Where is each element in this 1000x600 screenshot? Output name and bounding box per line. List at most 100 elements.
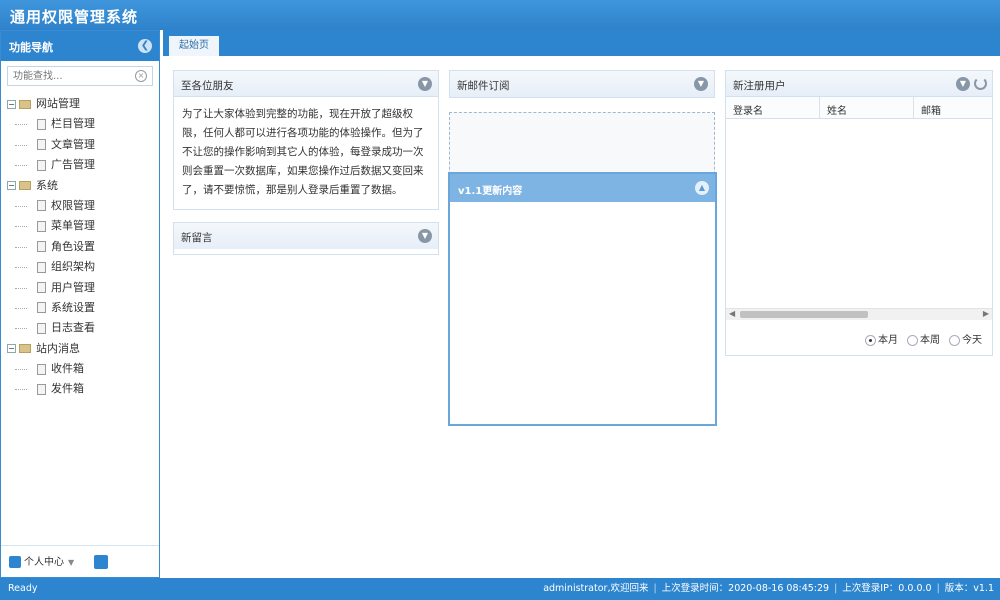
tree-item-label: 发件箱 <box>51 382 84 396</box>
tree-item-label: 栏目管理 <box>51 117 95 131</box>
welcome-panel-header: 至各位朋友 ▼ <box>174 71 438 97</box>
new-message-panel-header: 新留言 ▼ <box>174 223 438 249</box>
scrollbar-thumb[interactable] <box>740 311 868 318</box>
collapse-icon[interactable]: − <box>7 99 16 109</box>
tree-connector <box>15 124 27 126</box>
update-panel[interactable]: v1.1更新内容 ▲ <box>448 172 717 426</box>
file-icon <box>37 220 46 232</box>
tree-group[interactable]: − 站内消息 <box>7 339 155 359</box>
sidebar: 功能导航 ❮ × − 网站管理栏目管理文章管理广告管理 − 系统权限管理菜单管理角色设… <box>0 30 160 578</box>
welcome-panel-title: 至各位朋友 <box>181 80 234 92</box>
tree-item[interactable]: 收件箱 <box>7 359 155 379</box>
tree-group-label: 站内消息 <box>36 341 80 355</box>
users-grid-header: 登录名 姓名 邮箱 <box>726 97 992 119</box>
file-icon <box>37 302 46 314</box>
users-grid-body <box>726 120 992 308</box>
collapse-icon[interactable]: − <box>7 344 16 354</box>
main-area: 起始页 至各位朋友 ▼ 为了让大家体验到完整的功能，现在开放了超级权限，任何人都… <box>163 30 1000 578</box>
file-icon <box>37 241 46 253</box>
scroll-right-icon[interactable]: ▶ <box>983 309 989 318</box>
personal-center-button[interactable]: 个人中心 ▼ <box>9 554 80 572</box>
chevron-down-icon: ▼ <box>68 558 75 567</box>
tree-item[interactable]: 文章管理 <box>7 135 155 155</box>
filter-radio[interactable]: 今天 <box>949 334 982 346</box>
new-message-panel-title: 新留言 <box>181 232 213 244</box>
update-panel-header[interactable]: v1.1更新内容 ▲ <box>450 174 715 202</box>
radio-icon[interactable] <box>907 334 918 346</box>
column-header[interactable]: 登录名 <box>726 97 820 118</box>
tree-item[interactable]: 广告管理 <box>7 155 155 175</box>
tree-group[interactable]: − 系统 <box>7 176 155 196</box>
function-search-input[interactable] <box>8 67 128 85</box>
sidebar-footer: 个人中心 ▼ <box>1 545 159 577</box>
folder-icon <box>19 344 31 354</box>
welcome-panel: 至各位朋友 ▼ 为了让大家体验到完整的功能，现在开放了超级权限，任何人都可以进行… <box>173 70 439 210</box>
tree-item[interactable]: 栏目管理 <box>7 114 155 134</box>
tree-item-label: 文章管理 <box>51 137 95 151</box>
tree-item[interactable]: 组织架构 <box>7 257 155 277</box>
filter-radio[interactable]: 本周 <box>907 334 940 346</box>
collapse-panel-icon[interactable]: ▼ <box>956 77 970 91</box>
folder-icon <box>19 181 31 191</box>
tree-item[interactable]: 用户管理 <box>7 278 155 298</box>
last-login-time: 上次登录时间：2020-08-16 08:45:29 <box>661 583 830 594</box>
tree-connector <box>15 267 27 269</box>
nav-tree: − 网站管理栏目管理文章管理广告管理 − 系统权限管理 菜单管理角色设置组织架构用户管理… <box>7 94 155 400</box>
top-bar: 通用权限管理系统 <box>0 0 1000 30</box>
scroll-left-icon[interactable]: ◀ <box>729 309 735 318</box>
new-message-panel: 新留言 ▼ <box>173 222 439 255</box>
tree-item[interactable]: 日志查看 <box>7 318 155 338</box>
tree-connector <box>15 226 27 228</box>
collapse-panel-icon[interactable]: ▼ <box>418 77 432 91</box>
tree-group[interactable]: − 网站管理 <box>7 94 155 114</box>
tree-item[interactable]: 角色设置 <box>7 237 155 257</box>
tree-item[interactable]: 发件箱 <box>7 379 155 399</box>
tree-item-label: 角色设置 <box>51 239 95 253</box>
function-search: × <box>7 66 153 86</box>
tree-group-label: 系统 <box>36 178 58 192</box>
tab-home[interactable]: 起始页 <box>168 35 220 56</box>
tree-item[interactable]: 权限管理 <box>7 196 155 216</box>
folder-icon <box>19 99 31 109</box>
refresh-icon[interactable]: r <box>974 77 987 90</box>
file-icon <box>37 200 46 212</box>
tree-item-label: 日志查看 <box>51 321 95 335</box>
version-text: 版本：v1.1 <box>944 583 994 594</box>
tree-connector <box>15 369 27 371</box>
tree-item[interactable]: 系统设置 <box>7 298 155 318</box>
sidebar-title: 功能导航 <box>9 41 53 54</box>
tree-item[interactable]: 菜单管理 <box>7 216 155 236</box>
welcome-text: administrator,欢迎回来 <box>543 583 649 594</box>
tree-connector <box>15 205 27 207</box>
expand-panel-icon[interactable]: ▲ <box>695 181 709 195</box>
tree-item-label: 组织架构 <box>51 260 95 274</box>
tree-group-label: 网站管理 <box>36 97 80 110</box>
collapse-panel-icon[interactable]: ▼ <box>418 229 432 243</box>
column-header[interactable]: 邮箱 <box>914 97 992 118</box>
filter-radio[interactable]: 本月 <box>865 334 898 346</box>
collapse-icon[interactable]: − <box>7 181 16 191</box>
mail-subscribe-panel-title: 新邮件订阅 <box>457 80 510 92</box>
tree-connector <box>15 307 27 309</box>
contact-icon[interactable] <box>93 555 108 569</box>
radio-icon[interactable] <box>949 334 960 346</box>
filter-radio-label: 本月 <box>878 335 898 346</box>
file-icon <box>37 282 46 294</box>
column-header[interactable]: 姓名 <box>820 97 914 118</box>
collapse-panel-icon[interactable]: ▼ <box>694 77 708 91</box>
tree-connector <box>15 165 27 167</box>
tree-item-label: 收件箱 <box>51 362 84 376</box>
new-users-panel-header: 新注册用户 ▼ r <box>726 71 992 97</box>
clear-search-icon[interactable]: × <box>135 70 147 82</box>
status-ready: Ready <box>8 583 38 594</box>
tab-strip: 起始页 <box>163 30 1000 56</box>
date-filter-group: 本月 本周 今天 <box>856 331 982 346</box>
collapse-sidebar-icon[interactable]: ❮ <box>138 39 152 53</box>
radio-icon[interactable] <box>865 334 876 346</box>
sidebar-header: 功能导航 ❮ <box>1 31 159 61</box>
tree-item-label: 广告管理 <box>51 158 95 172</box>
welcome-text: 为了让大家体验到完整的功能，现在开放了超级权限，任何人都可以进行各项功能的体验操… <box>182 108 424 196</box>
horizontal-scrollbar[interactable]: ◀ ▶ <box>726 308 992 320</box>
tree-connector <box>15 246 27 248</box>
mail-subscribe-panel-header: 新邮件订阅 ▼ <box>450 71 714 97</box>
